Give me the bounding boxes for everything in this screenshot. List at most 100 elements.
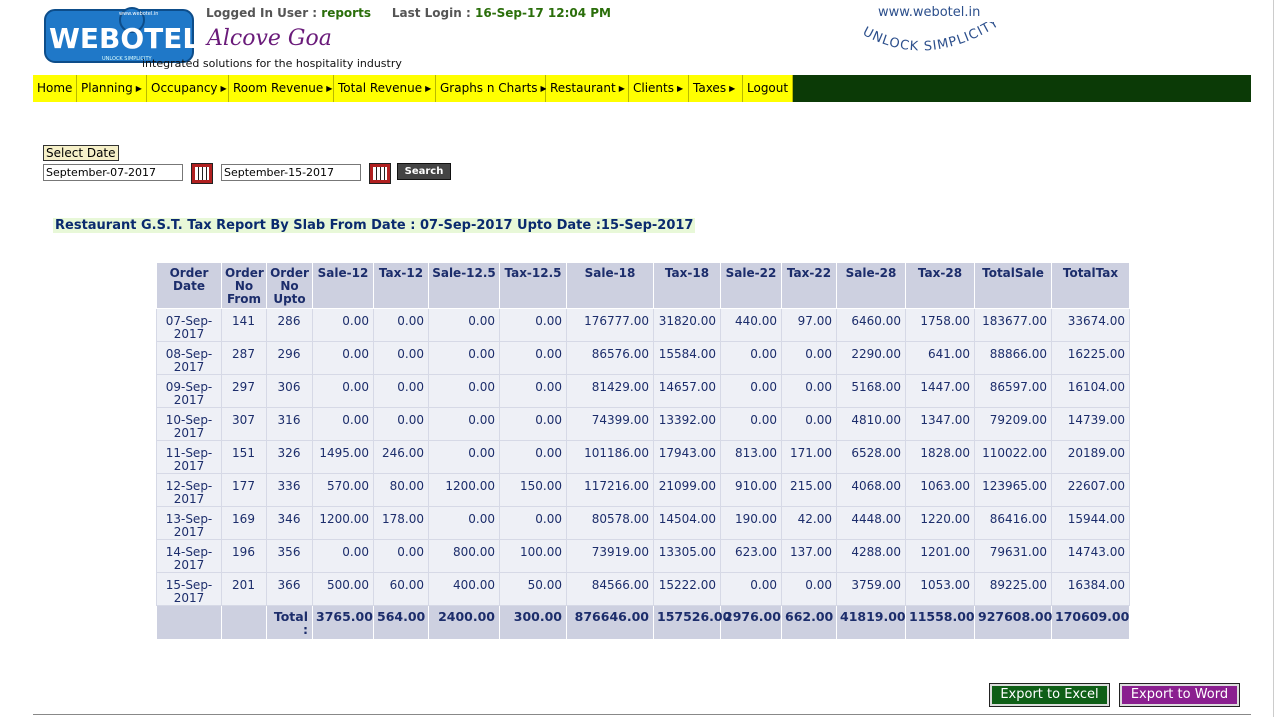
table-cell: 0.00 xyxy=(720,572,782,606)
table-cell: 336 xyxy=(266,473,313,507)
table-row: 09-Sep-2017 297 306 0.00 0.00 0.00 0.00 81429.0… xyxy=(156,374,1130,408)
table-cell: 3759.00 xyxy=(836,572,906,606)
table-cell: 5168.00 xyxy=(836,374,906,408)
brand-slogan-text: UNLOCK SIMPLICITY xyxy=(860,15,1001,54)
total-cell: 2976.00 xyxy=(720,605,782,640)
menu-clients[interactable]: Clients ▶ xyxy=(629,75,689,102)
table-cell: 171.00 xyxy=(781,440,837,474)
column-header: Tax-18 xyxy=(653,262,721,309)
from-date-input[interactable] xyxy=(43,164,183,181)
table-cell: 1828.00 xyxy=(905,440,975,474)
table-cell: 400.00 xyxy=(428,572,500,606)
table-cell: 0.00 xyxy=(781,341,837,375)
menu-label: Room Revenue xyxy=(233,81,324,95)
table-cell: 1758.00 xyxy=(905,308,975,342)
submenu-arrow-icon: ▶ xyxy=(425,84,432,93)
menu-logout[interactable]: Logout xyxy=(743,75,793,102)
table-cell: 4288.00 xyxy=(836,539,906,573)
menu-total-revenue[interactable]: Total Revenue ▶ xyxy=(334,75,436,102)
table-cell: 0.00 xyxy=(312,341,374,375)
total-cell: 11558.00 xyxy=(905,605,975,640)
last-login-label: Last Login : xyxy=(391,6,471,20)
column-header: TotalTax xyxy=(1051,262,1130,309)
menu-label: Total Revenue xyxy=(338,81,423,95)
table-cell: 0.00 xyxy=(499,407,567,441)
from-calendar-icon[interactable] xyxy=(191,163,213,184)
column-header: Sale-18 xyxy=(566,262,654,309)
table-cell: 21099.00 xyxy=(653,473,721,507)
gst-report-table: Order Date Order No From Order No Upto Sale… xyxy=(156,262,1130,640)
to-calendar-icon[interactable] xyxy=(369,163,391,184)
table-cell: 42.00 xyxy=(781,506,837,540)
table-cell: 246.00 xyxy=(373,440,429,474)
menu-label: Home xyxy=(37,81,73,95)
table-cell: 1200.00 xyxy=(428,473,500,507)
table-cell: 0.00 xyxy=(312,407,374,441)
total-cell: 170609.00 xyxy=(1051,605,1130,640)
brand-url: www.webotel.in xyxy=(878,5,981,20)
table-cell: 110022.00 xyxy=(974,440,1052,474)
tagline: integrated solutions for the hospitality… xyxy=(142,57,402,70)
login-info: Logged In User : reports Last Login : 16… xyxy=(206,6,611,20)
footer-divider xyxy=(33,714,1251,715)
column-header: TotalSale xyxy=(974,262,1052,309)
table-cell: 15944.00 xyxy=(1051,506,1130,540)
table-cell: 0.00 xyxy=(373,308,429,342)
to-date-input[interactable] xyxy=(221,164,361,181)
menu-home[interactable]: Home xyxy=(33,75,77,102)
table-cell: 14743.00 xyxy=(1051,539,1130,573)
table-cell: 15222.00 xyxy=(653,572,721,606)
table-cell: 1200.00 xyxy=(312,506,374,540)
table-cell: 215.00 xyxy=(781,473,837,507)
table-cell: 0.00 xyxy=(781,572,837,606)
menu-graphs-n-charts[interactable]: Graphs n Charts ▶ xyxy=(436,75,547,102)
table-cell: 1447.00 xyxy=(905,374,975,408)
brand-slogan: UNLOCK SIMPLICITY xyxy=(858,15,1008,62)
menu-label: Restaurant xyxy=(550,81,616,95)
export-excel-button[interactable]: Export to Excel xyxy=(989,683,1110,707)
table-cell: 196 xyxy=(221,539,267,573)
table-cell: 440.00 xyxy=(720,308,782,342)
total-cell: 2400.00 xyxy=(428,605,500,640)
search-button[interactable]: Search xyxy=(397,163,451,180)
table-cell: 1063.00 xyxy=(905,473,975,507)
menu-label: Graphs n Charts xyxy=(440,81,538,95)
table-cell: 0.00 xyxy=(720,374,782,408)
export-word-button[interactable]: Export to Word xyxy=(1119,683,1240,707)
table-cell: 910.00 xyxy=(720,473,782,507)
table-cell: 22607.00 xyxy=(1051,473,1130,507)
column-header: Sale-22 xyxy=(720,262,782,309)
table-cell: 08-Sep-2017 xyxy=(156,341,222,375)
menu-occupancy[interactable]: Occupancy ▶ xyxy=(147,75,229,102)
menu-taxes[interactable]: Taxes ▶ xyxy=(689,75,743,102)
table-cell: 0.00 xyxy=(428,308,500,342)
table-cell: 176777.00 xyxy=(566,308,654,342)
table-cell: 150.00 xyxy=(499,473,567,507)
table-cell: 800.00 xyxy=(428,539,500,573)
menu-restaurant[interactable]: Restaurant ▶ xyxy=(546,75,629,102)
table-cell: 0.00 xyxy=(373,407,429,441)
table-cell: 183677.00 xyxy=(974,308,1052,342)
table-cell: 297 xyxy=(221,374,267,408)
table-cell: 366 xyxy=(266,572,313,606)
menu-room-revenue[interactable]: Room Revenue ▶ xyxy=(229,75,334,102)
table-cell: 86576.00 xyxy=(566,341,654,375)
submenu-arrow-icon: ▶ xyxy=(326,84,333,93)
table-cell: 0.00 xyxy=(373,374,429,408)
table-cell: 86416.00 xyxy=(974,506,1052,540)
menu-planning[interactable]: Planning ▶ xyxy=(77,75,147,102)
table-row: 14-Sep-2017 196 356 0.00 0.00 800.00 100.00 739… xyxy=(156,539,1130,573)
table-cell: 117216.00 xyxy=(566,473,654,507)
table-cell: 14504.00 xyxy=(653,506,721,540)
table-cell: 16225.00 xyxy=(1051,341,1130,375)
table-cell: 2290.00 xyxy=(836,341,906,375)
table-cell: 570.00 xyxy=(312,473,374,507)
table-cell: 79209.00 xyxy=(974,407,1052,441)
logo-small-text: www.webotel.in xyxy=(119,11,158,17)
table-cell: 0.00 xyxy=(720,341,782,375)
table-header-row: Order Date Order No From Order No Upto Sale… xyxy=(156,262,1130,309)
main-menu-bar: Home Planning ▶ Occupancy ▶ Room Revenue ▶ … xyxy=(33,75,1251,102)
table-cell: 14657.00 xyxy=(653,374,721,408)
table-cell: 177 xyxy=(221,473,267,507)
menu-label: Clients xyxy=(633,81,674,95)
